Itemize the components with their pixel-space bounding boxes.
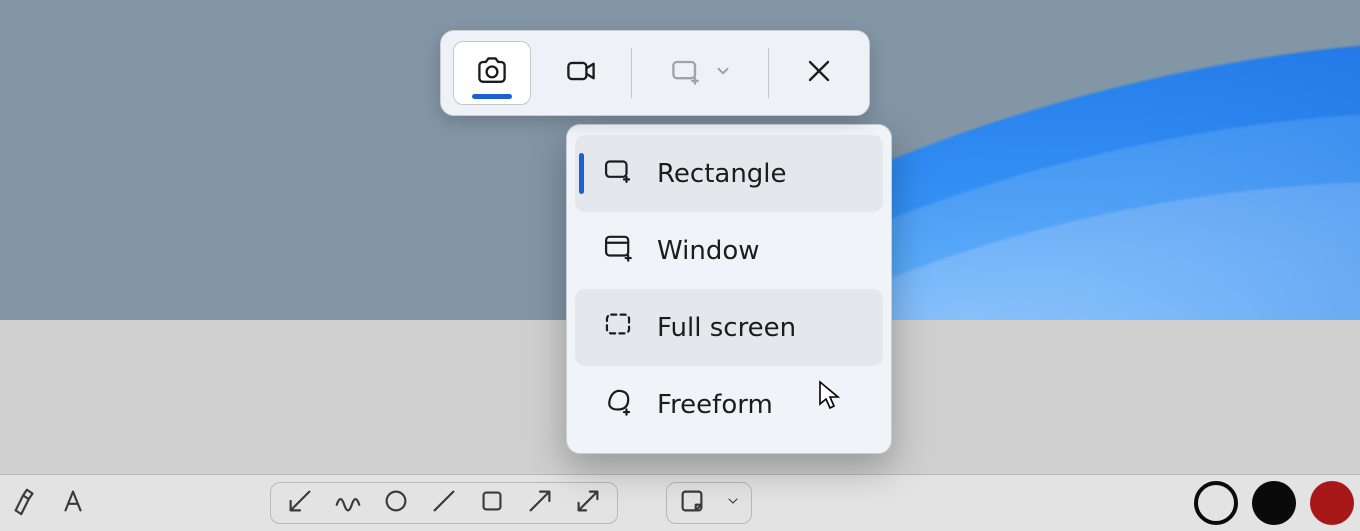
wave-icon[interactable] <box>333 486 363 520</box>
menu-item-label: Full screen <box>657 313 796 343</box>
arrow-down-left-icon[interactable] <box>285 486 315 520</box>
color-swatch-selected[interactable] <box>1194 481 1238 525</box>
menu-item-window[interactable]: Window <box>575 212 883 289</box>
color-swatch-row <box>1194 481 1354 525</box>
tool-group-shapes <box>270 482 618 524</box>
menu-item-rectangle[interactable]: Rectangle <box>575 135 883 212</box>
double-arrow-icon[interactable] <box>573 486 603 520</box>
menu-item-label: Rectangle <box>657 159 787 189</box>
tool-group-note <box>666 482 752 524</box>
window-add-icon <box>601 230 635 271</box>
screenshot-mode-button[interactable] <box>453 41 531 105</box>
snip-shape-menu: Rectangle Window Full screen Freeform <box>566 124 892 454</box>
close-button[interactable] <box>781 42 857 104</box>
tool-group-left <box>10 482 102 524</box>
rectangle-add-icon <box>668 53 704 93</box>
video-mode-button[interactable] <box>543 42 619 104</box>
line-icon[interactable] <box>429 486 459 520</box>
toolbar-divider <box>768 48 769 98</box>
menu-item-label: Window <box>657 236 760 266</box>
freeform-icon <box>601 384 635 425</box>
annotation-toolbar <box>0 474 1360 531</box>
shape-mode-dropdown-button[interactable] <box>644 42 756 104</box>
mouse-cursor <box>818 380 842 410</box>
marker-icon[interactable] <box>10 486 40 520</box>
note-icon[interactable] <box>677 486 707 520</box>
color-swatch-red[interactable] <box>1310 481 1354 525</box>
snipping-toolbar <box>440 30 870 116</box>
menu-item-fullscreen[interactable]: Full screen <box>575 289 883 366</box>
chevron-down-icon[interactable] <box>725 493 741 513</box>
menu-item-label: Freeform <box>657 390 773 420</box>
circle-icon[interactable] <box>381 486 411 520</box>
color-swatch-black[interactable] <box>1252 481 1296 525</box>
close-icon <box>801 53 837 93</box>
fullscreen-icon <box>601 307 635 348</box>
video-icon <box>563 53 599 93</box>
rectangle-add-icon <box>601 153 635 194</box>
chevron-down-icon <box>714 62 732 84</box>
arrow-up-right-icon[interactable] <box>525 486 555 520</box>
square-icon[interactable] <box>477 486 507 520</box>
toolbar-divider <box>631 48 632 98</box>
camera-icon <box>474 53 510 93</box>
text-icon[interactable] <box>58 486 88 520</box>
